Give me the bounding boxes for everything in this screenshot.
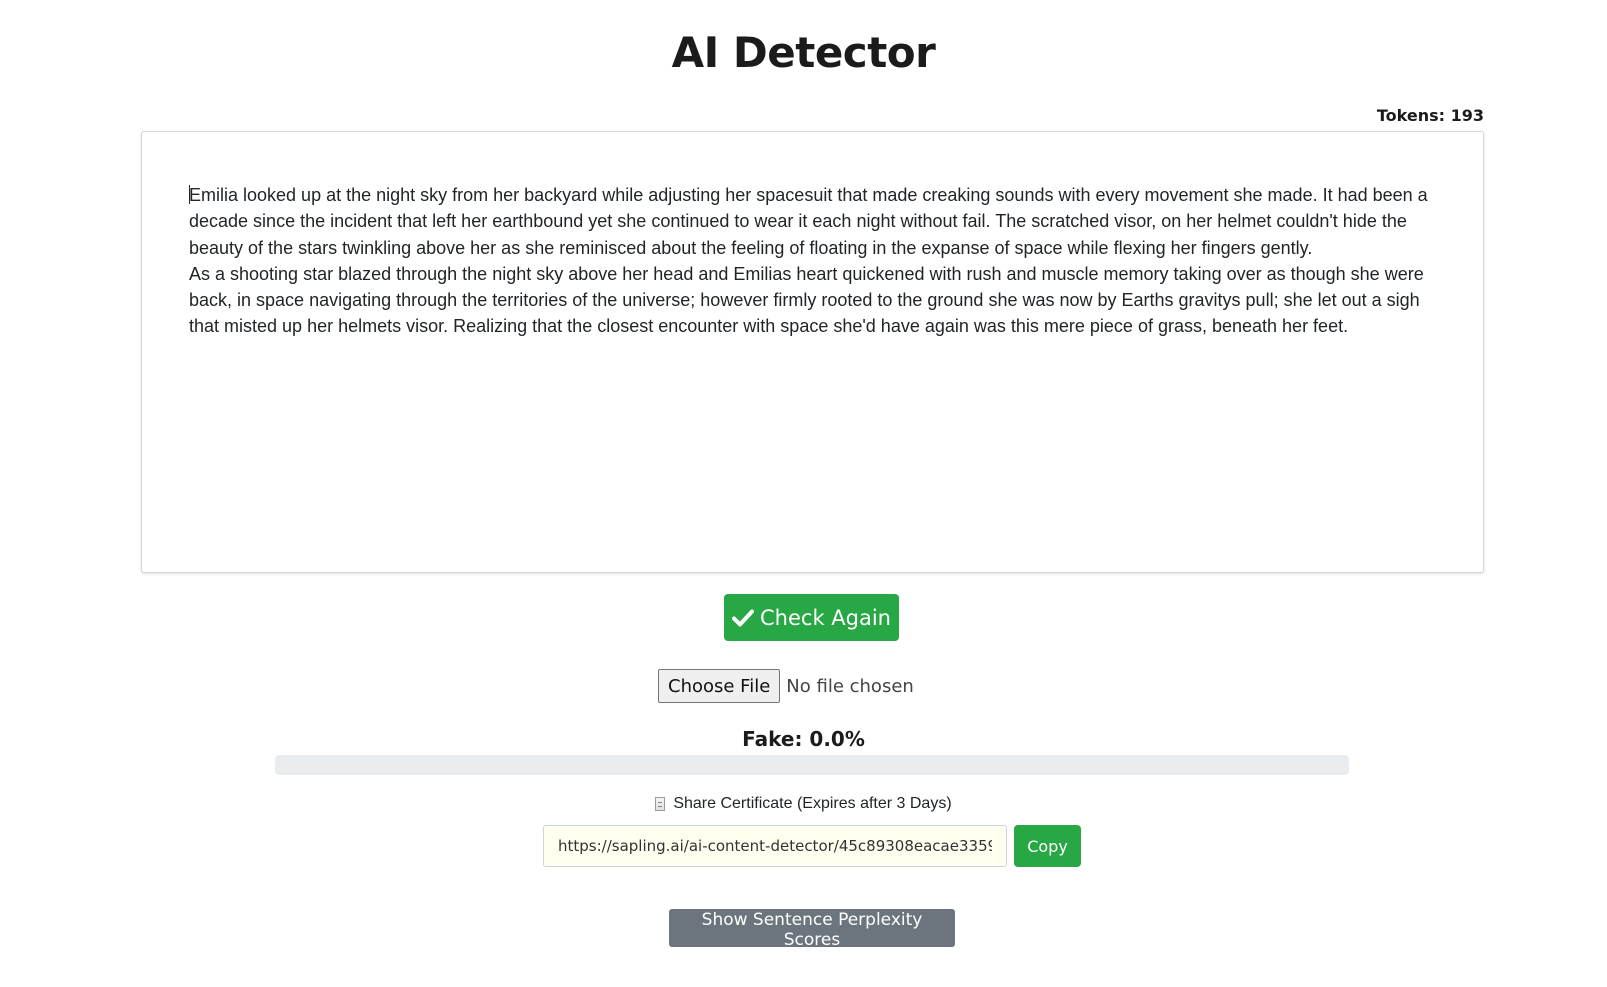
file-input: Choose File No file chosen bbox=[658, 668, 914, 704]
document-icon bbox=[655, 797, 666, 811]
page: AI Detector Tokens: 193 Emilia looked up… bbox=[0, 0, 1607, 987]
token-count: Tokens: 193 bbox=[1376, 106, 1484, 125]
editor-paragraph-1: Emilia looked up at the night sky from h… bbox=[189, 185, 1428, 258]
show-perplexity-button[interactable]: Show Sentence Perplexity Scores bbox=[669, 909, 955, 950]
checkmark-icon bbox=[732, 609, 754, 626]
check-again-button[interactable]: Check Again bbox=[724, 594, 899, 641]
fake-progress-bar bbox=[275, 755, 1349, 775]
check-again-label: Check Again bbox=[760, 605, 891, 630]
copy-button[interactable]: Copy bbox=[1014, 825, 1081, 867]
share-certificate: Share Certificate (Expires after 3 Days) bbox=[0, 795, 1607, 813]
choose-file-button[interactable]: Choose File bbox=[658, 669, 781, 703]
editor-paragraph-2: As a shooting star blazed through the ni… bbox=[189, 263, 1424, 337]
file-status: No file chosen bbox=[786, 675, 914, 697]
certificate-url-input[interactable] bbox=[543, 825, 1007, 867]
text-editor[interactable]: Emilia looked up at the night sky from h… bbox=[141, 131, 1484, 573]
share-certificate-label: Share Certificate (Expires after 3 Days) bbox=[673, 795, 952, 812]
page-title: AI Detector bbox=[671, 28, 936, 77]
fake-score-label: Fake: 0.0% bbox=[742, 727, 865, 751]
